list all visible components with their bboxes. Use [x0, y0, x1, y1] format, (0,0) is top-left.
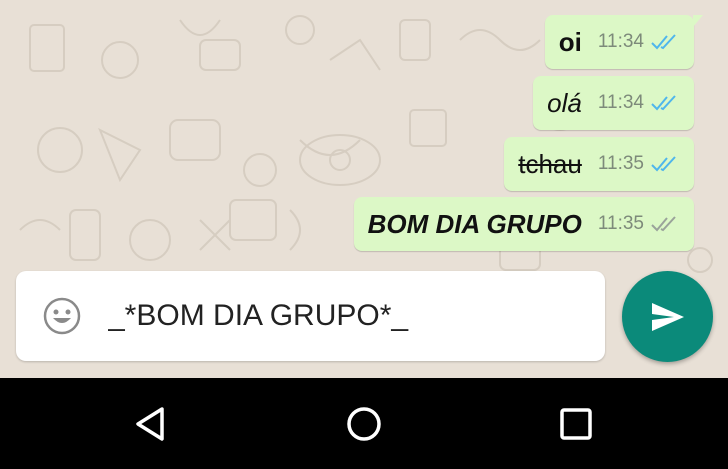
send-button[interactable] [622, 271, 713, 362]
message-text: olá [547, 87, 582, 118]
delivered-ticks-icon [651, 216, 676, 232]
message-time: 11:34 [597, 31, 644, 52]
message-bubble[interactable]: BOM DIA GRUPO 11:35 [353, 197, 694, 251]
message-bubble[interactable]: olá 11:34 [533, 76, 694, 130]
message-time: 11:34 [597, 92, 644, 113]
home-button[interactable] [342, 402, 386, 446]
smiley-icon[interactable] [42, 296, 82, 336]
read-ticks-icon [651, 34, 676, 50]
chat-area[interactable]: oi 11:34 olá 11:34 tchau 11:35 BOM DIA G… [0, 0, 728, 378]
recents-square-icon [560, 408, 592, 440]
recents-button[interactable] [554, 402, 598, 446]
message-time: 11:35 [597, 153, 644, 174]
read-ticks-icon [651, 156, 676, 172]
message-text: BOM DIA GRUPO [367, 208, 582, 239]
back-button[interactable] [128, 402, 172, 446]
android-navigation-bar [0, 378, 728, 469]
message-composer[interactable] [16, 271, 605, 361]
read-ticks-icon [651, 95, 676, 111]
message-text: tchau [518, 148, 582, 179]
bubble-tail [693, 15, 703, 27]
home-circle-icon [347, 407, 381, 441]
message-input[interactable] [106, 298, 550, 334]
message-bubble[interactable]: oi 11:34 [544, 15, 703, 69]
message-text: oi [558, 26, 582, 57]
message-bubble[interactable]: tchau 11:35 [504, 137, 694, 191]
send-icon [651, 302, 684, 331]
message-time: 11:35 [597, 213, 644, 234]
back-triangle-icon [136, 407, 164, 441]
